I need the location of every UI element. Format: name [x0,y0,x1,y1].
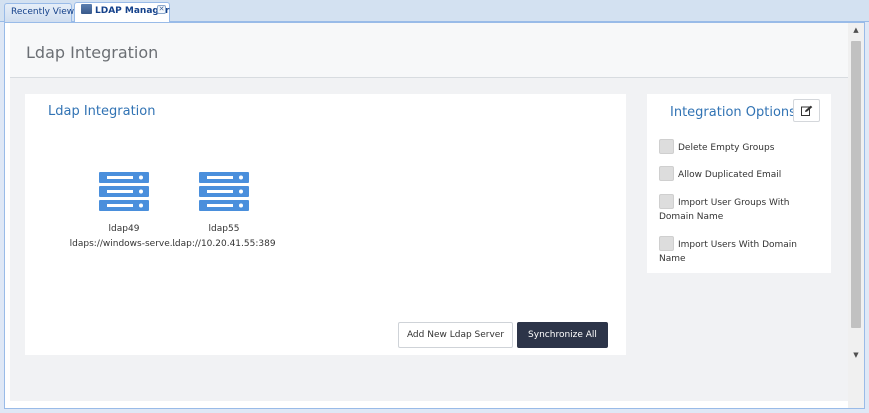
edit-options-button[interactable] [793,99,820,122]
edit-icon [801,105,813,116]
content-area: Ldap Integration Ldap Integration ldap49… [10,23,848,401]
panel-title: Integration Options [670,105,796,120]
option-label: Delete Empty Groups [678,143,775,153]
vertical-scrollbar[interactable]: ▲ ▼ [848,23,864,408]
option-import-user-groups-with-domain-name[interactable]: Import User Groups With Domain Name [659,194,824,224]
page-header: Ldap Integration [10,23,848,78]
checkbox[interactable] [659,236,674,251]
server-icon [199,172,249,211]
server-icon [99,172,149,211]
server-name: ldap55 [208,224,240,234]
checkbox[interactable] [659,166,674,181]
option-label: Import Users With Domain Name [659,240,798,264]
panel-title: Ldap Integration [48,104,156,119]
scroll-up-icon[interactable]: ▲ [848,23,864,37]
checkbox[interactable] [659,139,674,154]
synchronize-all-button[interactable]: Synchronize All [517,322,608,348]
page-title: Ldap Integration [26,43,159,62]
scrollbar-thumb[interactable] [851,41,861,328]
scroll-down-icon[interactable]: ▼ [848,348,864,362]
option-label: Allow Duplicated Email [678,170,782,180]
option-import-users-with-domain-name[interactable]: Import Users With Domain Name [659,236,824,266]
ldap-manager-icon [81,4,92,14]
server-url: ldap://10.20.41.55:389 [172,239,276,249]
ldap-integration-panel: Ldap Integration ldap49 ldaps://windows-… [25,94,626,355]
tab-label: Recently View [11,7,75,17]
add-new-ldap-server-button[interactable]: Add New Ldap Server [398,322,513,348]
checkbox[interactable] [659,194,674,209]
close-tab-icon[interactable]: ✕ [157,5,166,14]
integration-options-panel: Integration Options Delete Empty Groups … [647,94,831,273]
main-frame: Ldap Integration Ldap Integration ldap49… [4,22,865,409]
option-label: Import User Groups With Domain Name [659,198,790,222]
option-allow-duplicated-email[interactable]: Allow Duplicated Email [659,166,824,182]
ldap-server-ldap55[interactable]: ldap55 ldap://10.20.41.55:389 [164,172,284,249]
tab-bar: Recently View LDAP Manager ✕ [0,0,869,22]
option-delete-empty-groups[interactable]: Delete Empty Groups [659,139,824,155]
tab-recently-view[interactable]: Recently View [4,3,75,22]
tab-ldap-manager[interactable]: LDAP Manager ✕ [74,2,170,22]
